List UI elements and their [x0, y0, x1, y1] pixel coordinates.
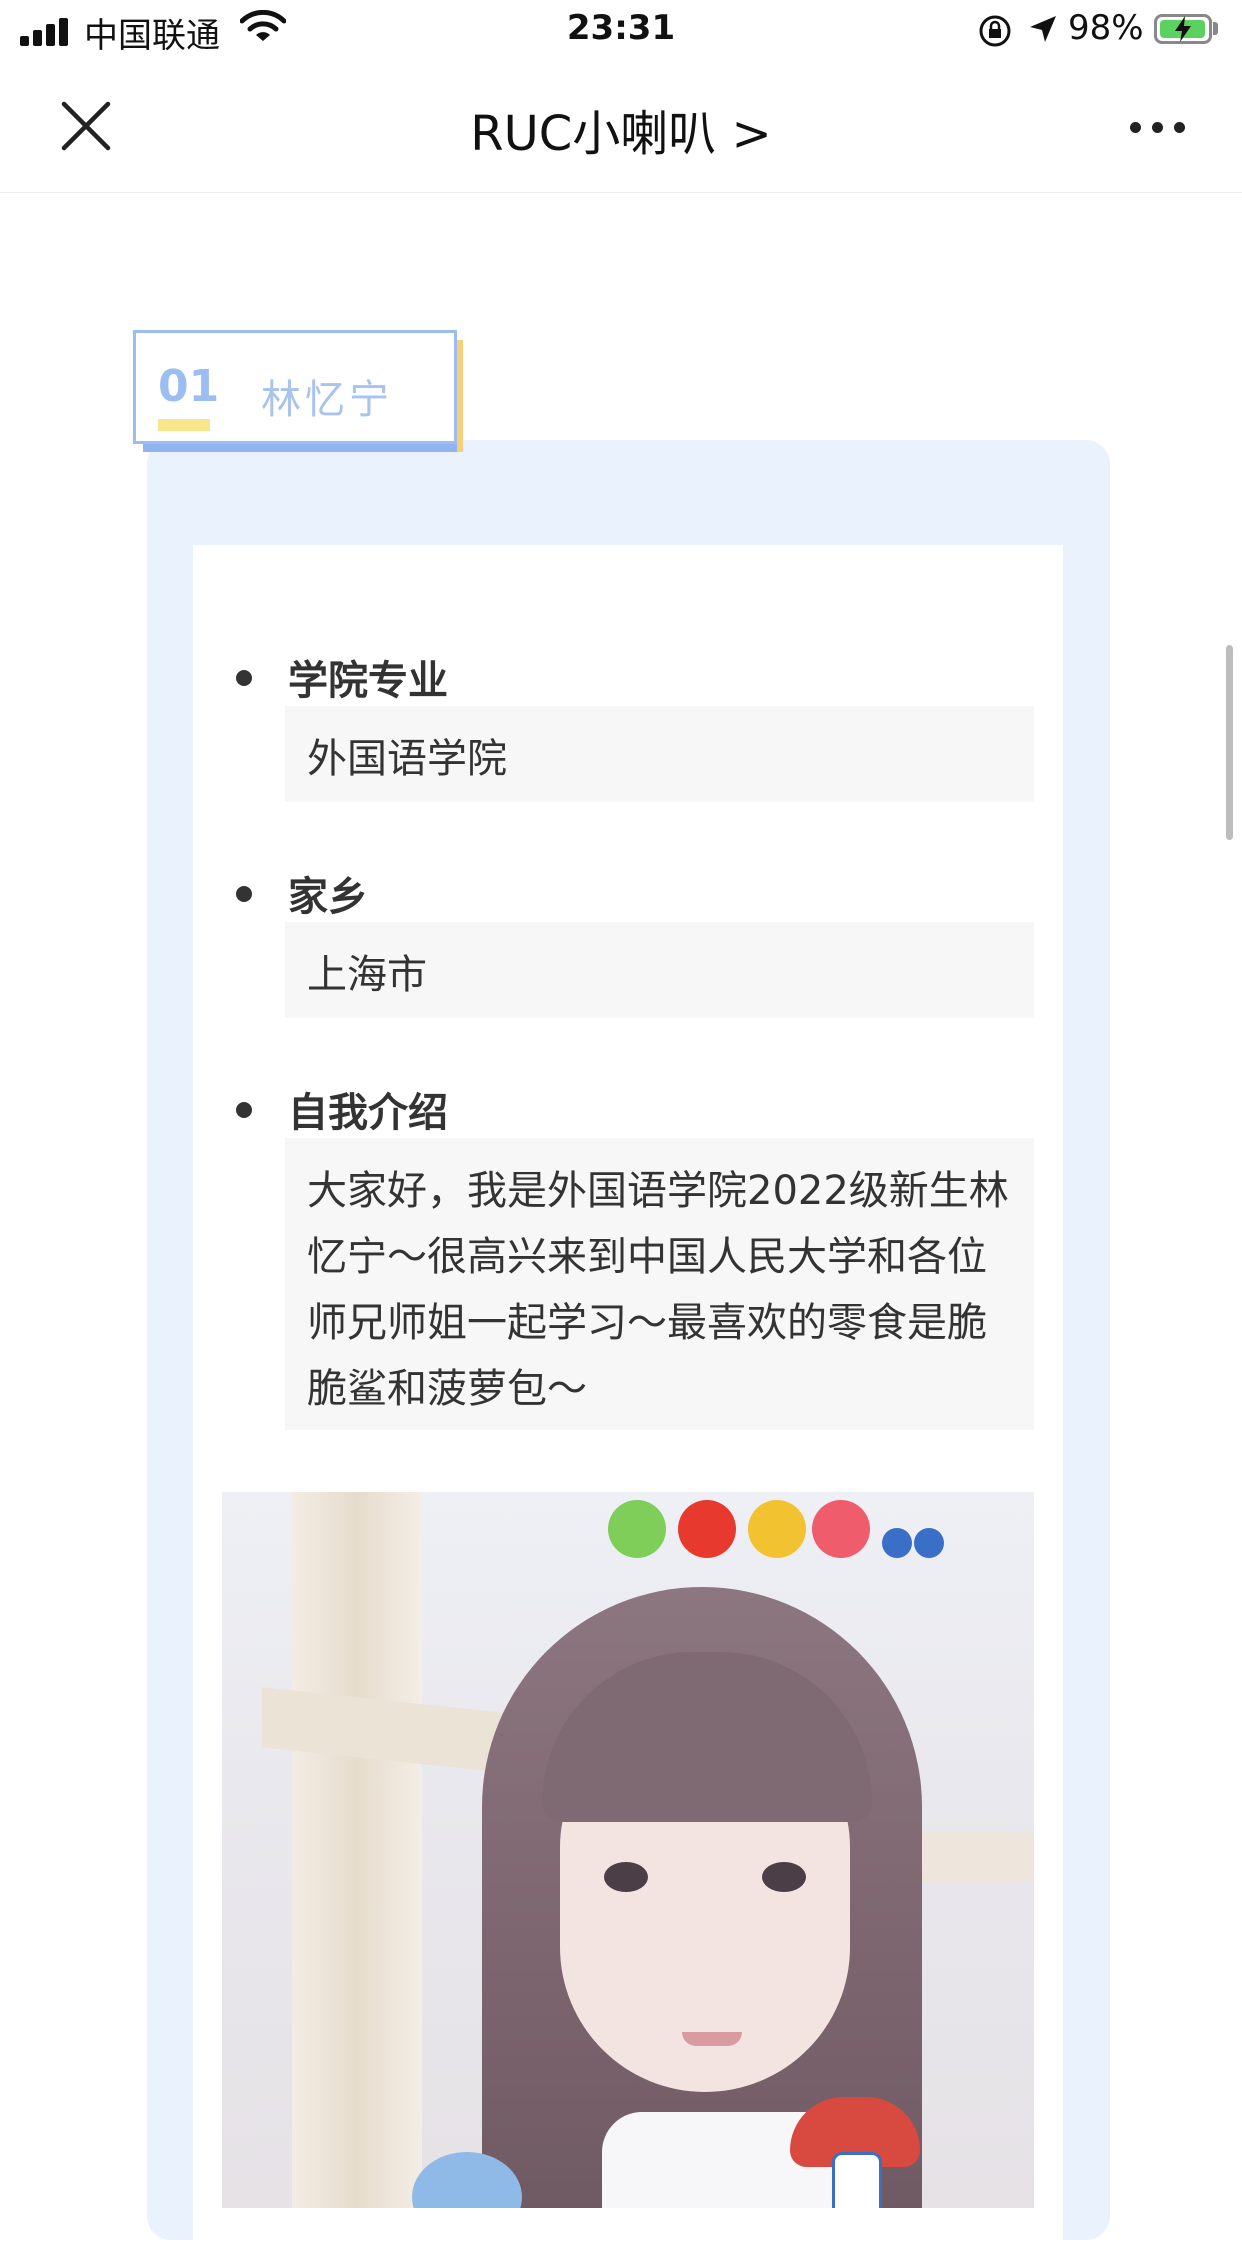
location-icon	[1030, 16, 1056, 42]
more-icon[interactable]	[1128, 112, 1188, 142]
section-label: 自我介绍	[288, 1090, 448, 1136]
bullet-icon	[236, 1102, 252, 1118]
pear-sticker	[748, 1500, 806, 1558]
status-bar: 中国联通 23:31 98%	[0, 0, 1242, 62]
profile-number: 01	[158, 361, 220, 412]
melon-sticker	[608, 1500, 666, 1558]
page-title[interactable]: RUC小喇叭 >	[0, 94, 1242, 164]
number-underline	[158, 419, 210, 431]
charging-bolt-icon	[1175, 16, 1191, 42]
nav-bar: RUC小喇叭 >	[0, 62, 1242, 193]
section-value: 外国语学院	[285, 706, 1034, 802]
apple-sticker	[678, 1500, 736, 1558]
orientation-lock-icon	[979, 15, 1011, 47]
section-value: 上海市	[285, 922, 1034, 1018]
profile-name: 林忆宁	[261, 377, 393, 423]
bullet-icon	[236, 886, 252, 902]
section-label: 家乡	[288, 874, 368, 920]
battery-percent: 98%	[1068, 8, 1144, 48]
section-label: 学院专业	[288, 658, 448, 704]
scrollbar[interactable]	[1226, 645, 1233, 840]
cherry-sticker	[914, 1528, 944, 1558]
strawberry-sticker	[812, 1500, 870, 1558]
cherry-sticker	[882, 1528, 912, 1558]
section-value: 大家好，我是外国语学院2022级新生林忆宁～很高兴来到中国人民大学和各位师兄师姐…	[285, 1138, 1034, 1430]
profile-photo	[222, 1492, 1034, 2208]
bullet-icon	[236, 670, 252, 686]
name-tab: 01 林忆宁	[133, 330, 463, 452]
battery-cap	[1213, 22, 1218, 35]
